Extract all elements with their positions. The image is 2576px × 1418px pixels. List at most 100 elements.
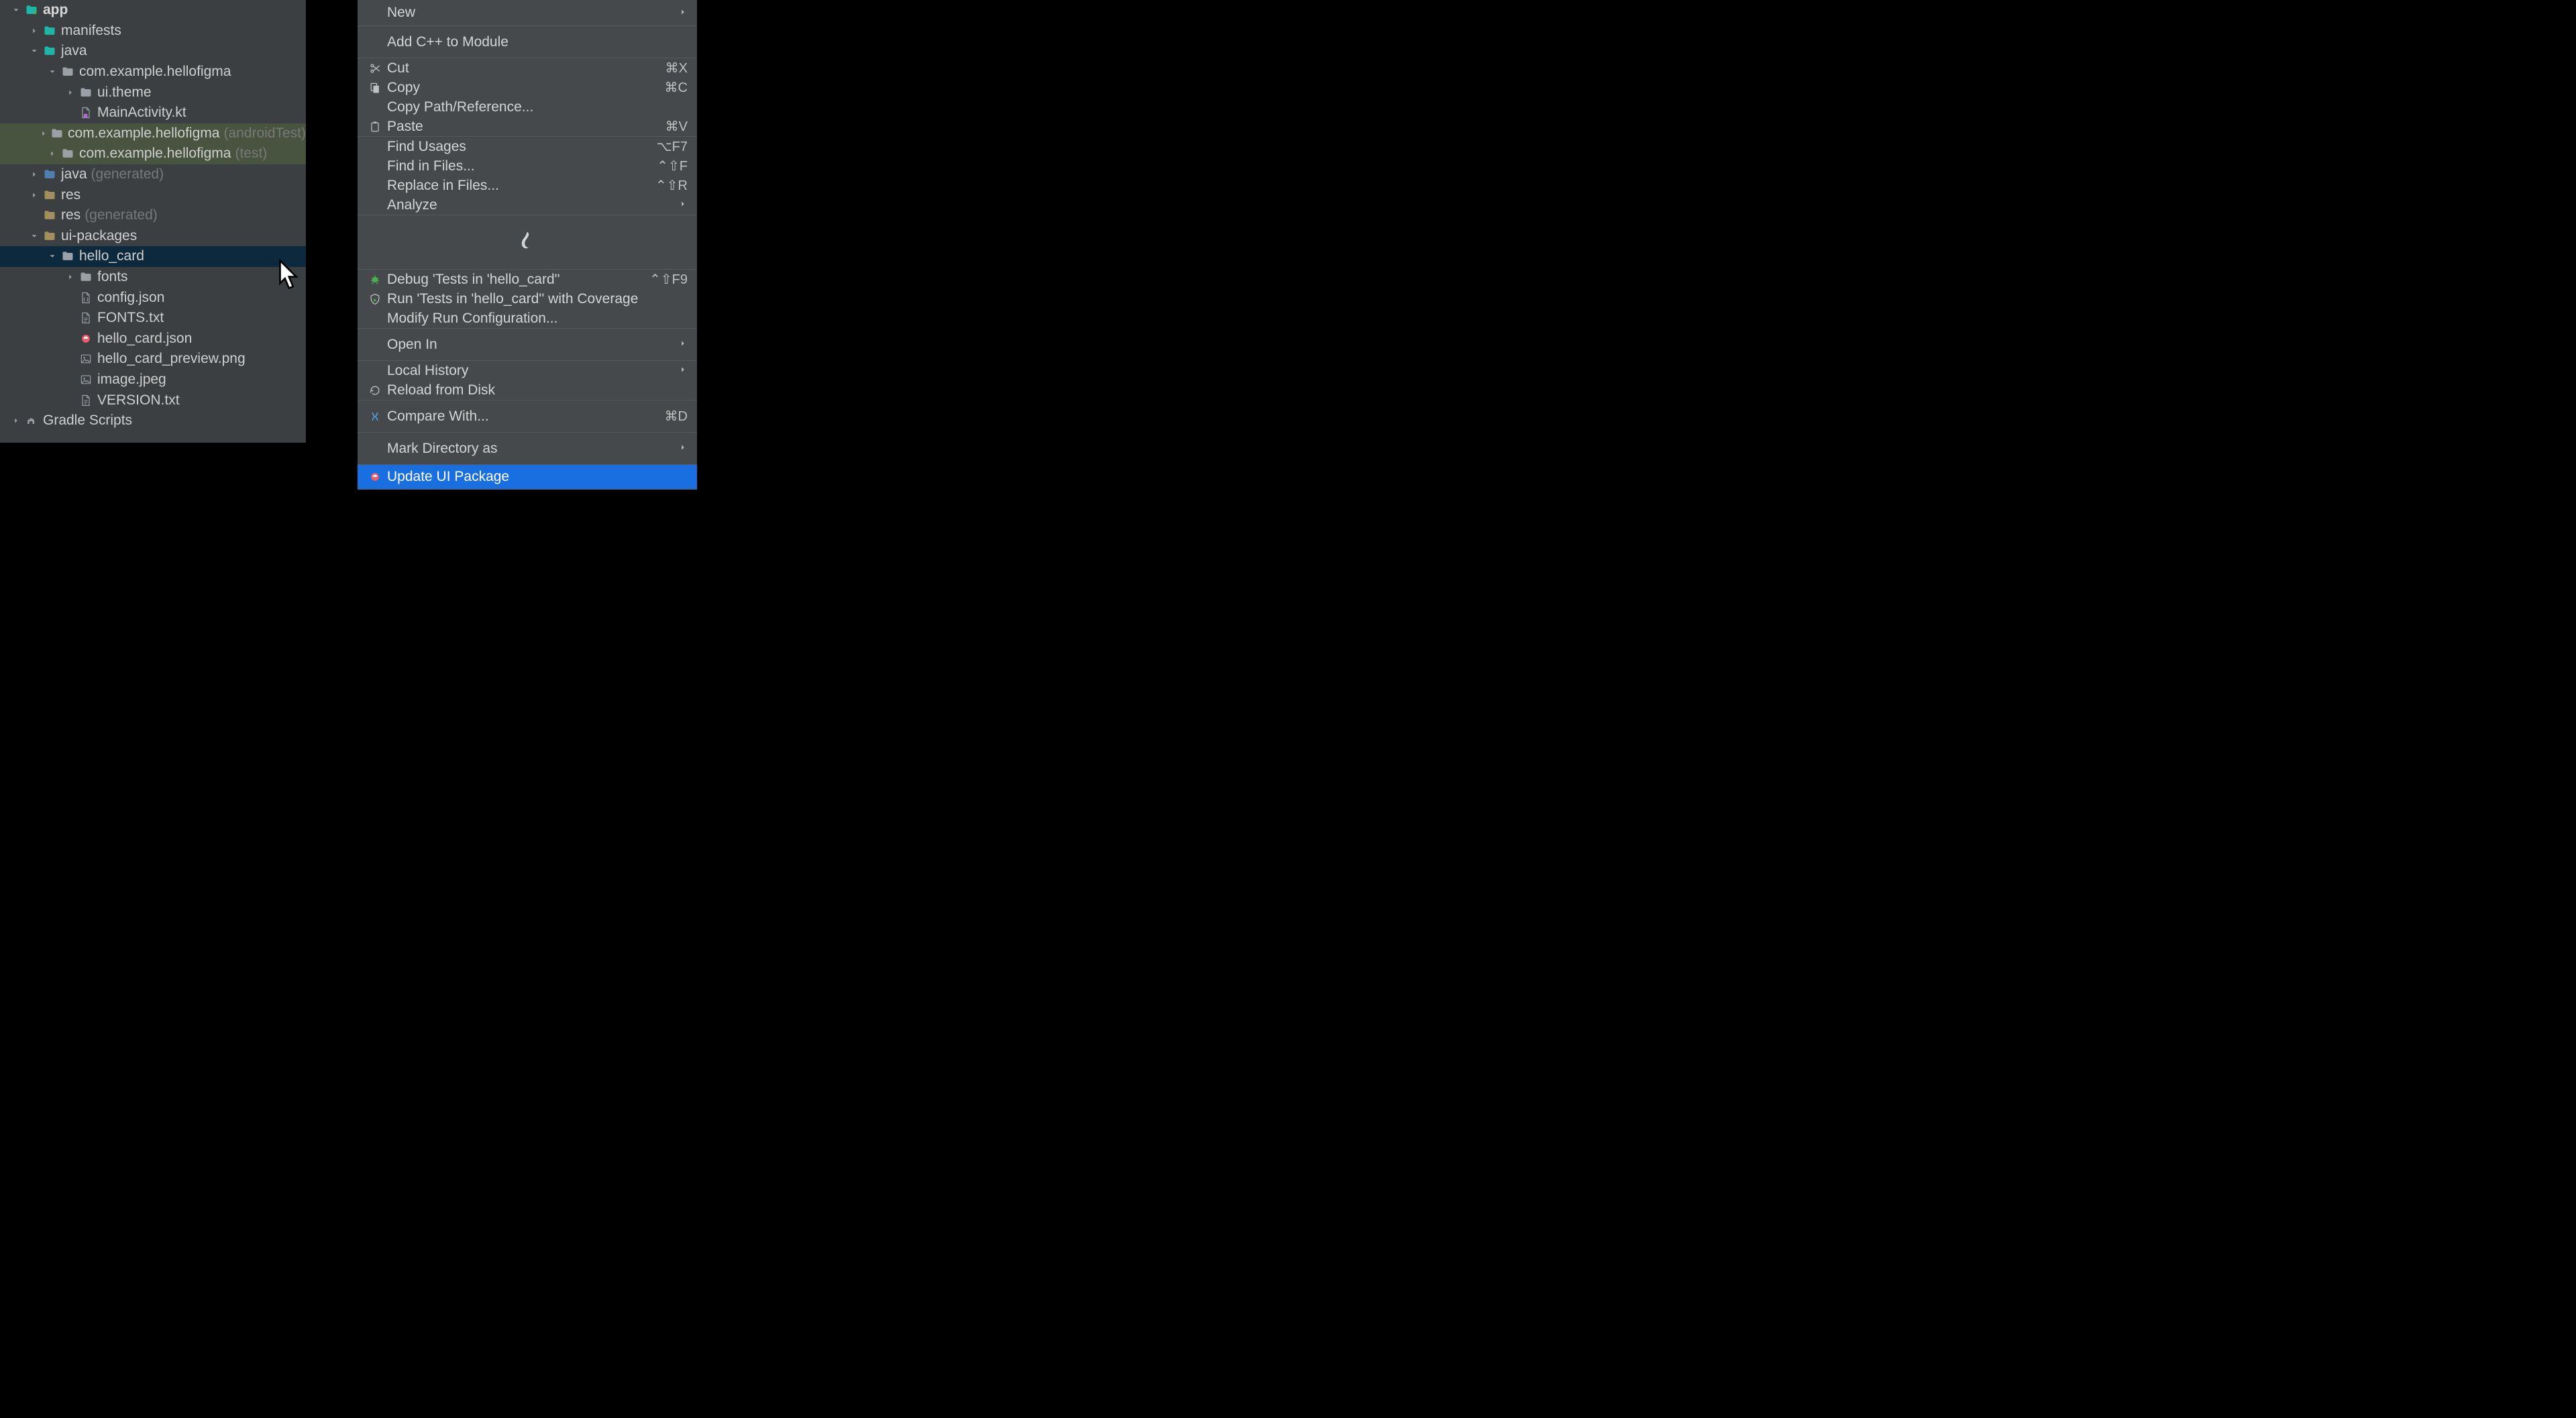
tree-row-pkg-androidtest[interactable]: com.example.hellofigma (androidTest): [0, 123, 306, 144]
ctx-item-compare-with[interactable]: Compare With... ⌘D: [358, 400, 697, 432]
chevron-right-icon[interactable]: [26, 187, 42, 203]
tree-row-pkg-test[interactable]: com.example.hellofigma (test): [0, 144, 306, 164]
folder-icon: [60, 249, 75, 264]
ctx-item-new[interactable]: New: [358, 0, 697, 25]
ctx-item-modify-run-config[interactable]: Modify Run Configuration...: [358, 309, 697, 328]
ctx-label: New: [387, 5, 674, 21]
ctx-item-update-ui-package[interactable]: Update UI Package: [358, 465, 697, 489]
tree-label: image.jpeg: [97, 372, 166, 388]
tree-row-java-generated[interactable]: java (generated): [0, 164, 306, 185]
tree-label: java: [61, 43, 87, 59]
ctx-item-find-usages[interactable]: Find Usages ⌥F7: [358, 137, 697, 156]
text-file-icon: [78, 311, 93, 325]
chevron-down-icon[interactable]: [44, 248, 60, 264]
tree-label: com.example.hellofigma: [79, 64, 231, 80]
tree-row-ui-packages[interactable]: ui-packages: [0, 226, 306, 247]
submenu-arrow-icon: [674, 364, 688, 378]
tree-row-ui-theme[interactable]: ui.theme: [0, 82, 306, 103]
chevron-down-icon[interactable]: [8, 2, 24, 18]
shortcut: ⌃⇧R: [655, 177, 688, 194]
chevron-right-icon[interactable]: [38, 125, 50, 142]
ctx-item-paste[interactable]: Paste ⌘V: [358, 117, 697, 136]
tree-label: ui.theme: [97, 85, 152, 101]
tree-row-fonts[interactable]: fonts: [0, 267, 306, 288]
kotlin-file-icon: [78, 105, 93, 120]
chevron-down-icon[interactable]: [26, 43, 42, 59]
ctx-item-cut[interactable]: Cut ⌘X: [358, 58, 697, 78]
chevron-down-icon[interactable]: [44, 64, 60, 80]
tree-row-java[interactable]: java: [0, 41, 306, 62]
context-menu[interactable]: New Add C++ to Module Cut ⌘X Copy ⌘C Cop…: [358, 0, 697, 490]
ctx-item-run-coverage[interactable]: Run 'Tests in 'hello_card'' with Coverag…: [358, 289, 697, 309]
tree-suffix: (generated): [91, 166, 164, 182]
tree-row-pkg-main[interactable]: com.example.hellofigma: [0, 62, 306, 83]
image-file-icon: [78, 351, 93, 366]
pink-dot-icon: [366, 470, 384, 484]
tree-row-image-jpeg[interactable]: image.jpeg: [0, 370, 306, 390]
ctx-item-debug-tests[interactable]: Debug 'Tests in 'hello_card'' ⌃⇧F9: [358, 270, 697, 289]
ctx-item-add-cpp[interactable]: Add C++ to Module: [358, 26, 697, 58]
tree-row-app[interactable]: app: [0, 0, 306, 21]
ctx-label: Update UI Package: [387, 469, 688, 485]
chevron-right-icon[interactable]: [8, 413, 24, 429]
tree-row-hello-card[interactable]: hello_card: [0, 246, 306, 267]
bug-icon: [366, 273, 384, 286]
ctx-item-mark-directory[interactable]: Mark Directory as: [358, 433, 697, 464]
ctx-item-local-history[interactable]: Local History: [358, 361, 697, 380]
tree-row-gradle-scripts[interactable]: Gradle Scripts: [0, 411, 306, 431]
ctx-label: Local History: [387, 363, 674, 379]
tree-row-hello-card-json[interactable]: hello_card.json: [0, 329, 306, 349]
ctx-label: Find in Files...: [387, 158, 657, 174]
ctx-item-reload-disk[interactable]: Reload from Disk: [358, 380, 697, 400]
chevron-right-icon[interactable]: [44, 146, 60, 162]
tree-row-res-generated[interactable]: res (generated): [0, 205, 306, 226]
ctx-item-open-in[interactable]: Open In: [358, 329, 697, 360]
tree-label: config.json: [97, 290, 164, 306]
tree-row-hello-card-preview[interactable]: hello_card_preview.png: [0, 349, 306, 370]
tree-row-res[interactable]: res: [0, 184, 306, 205]
folder-icon: [78, 270, 93, 284]
shortcut: ⌘D: [665, 408, 688, 425]
tree-label: java: [61, 166, 87, 182]
ctx-label: Modify Run Configuration...: [387, 311, 688, 327]
ctx-label: Debug 'Tests in 'hello_card'': [387, 272, 649, 288]
text-file-icon: [78, 393, 93, 408]
ctx-label: Find Usages: [387, 139, 657, 155]
tree-row-main-activity[interactable]: MainActivity.kt: [0, 103, 306, 123]
generated-folder-icon: [42, 167, 57, 182]
ctx-label: Copy: [387, 80, 665, 96]
chevron-right-icon[interactable]: [62, 269, 78, 285]
shortcut: ⌘V: [665, 118, 688, 135]
chevron-down-icon[interactable]: [26, 228, 42, 244]
ctx-label: Add C++ to Module: [387, 34, 688, 50]
separator: [358, 489, 697, 490]
ctx-label: Analyze: [387, 197, 674, 213]
tree-label: fonts: [97, 269, 128, 285]
shortcut: ⌘X: [665, 60, 688, 76]
tree-suffix: (test): [235, 146, 267, 162]
ctx-item-copy[interactable]: Copy ⌘C: [358, 78, 697, 97]
coverage-icon: [366, 292, 384, 306]
ctx-item-replace-in-files[interactable]: Replace in Files... ⌃⇧R: [358, 176, 697, 195]
chevron-right-icon[interactable]: [62, 85, 78, 101]
chevron-right-icon[interactable]: [26, 166, 42, 182]
tree-label: res: [61, 207, 80, 223]
res-folder-icon: [42, 188, 57, 203]
folder-icon: [42, 44, 57, 58]
package-icon: [78, 85, 93, 100]
tree-row-version-txt[interactable]: VERSION.txt: [0, 390, 306, 411]
tree-row-fonts-txt[interactable]: FONTS.txt: [0, 308, 306, 329]
chevron-right-icon[interactable]: [26, 23, 42, 39]
ctx-item-copy-path[interactable]: Copy Path/Reference...: [358, 97, 697, 117]
tree-label: hello_card: [79, 248, 144, 264]
ctx-item-find-in-files[interactable]: Find in Files... ⌃⇧F: [358, 156, 697, 176]
ctx-label: Cut: [387, 60, 665, 76]
ctx-label: Paste: [387, 119, 665, 135]
tree-row-manifests[interactable]: manifests: [0, 21, 306, 42]
scissors-icon: [366, 62, 384, 75]
shortcut: ⌥F7: [657, 138, 688, 155]
ctx-item-analyze[interactable]: Analyze: [358, 195, 697, 215]
project-tree-panel[interactable]: app manifests java com.example.hellofigm…: [0, 0, 306, 443]
tree-row-config-json[interactable]: config.json: [0, 287, 306, 308]
res-folder-icon: [42, 229, 57, 243]
